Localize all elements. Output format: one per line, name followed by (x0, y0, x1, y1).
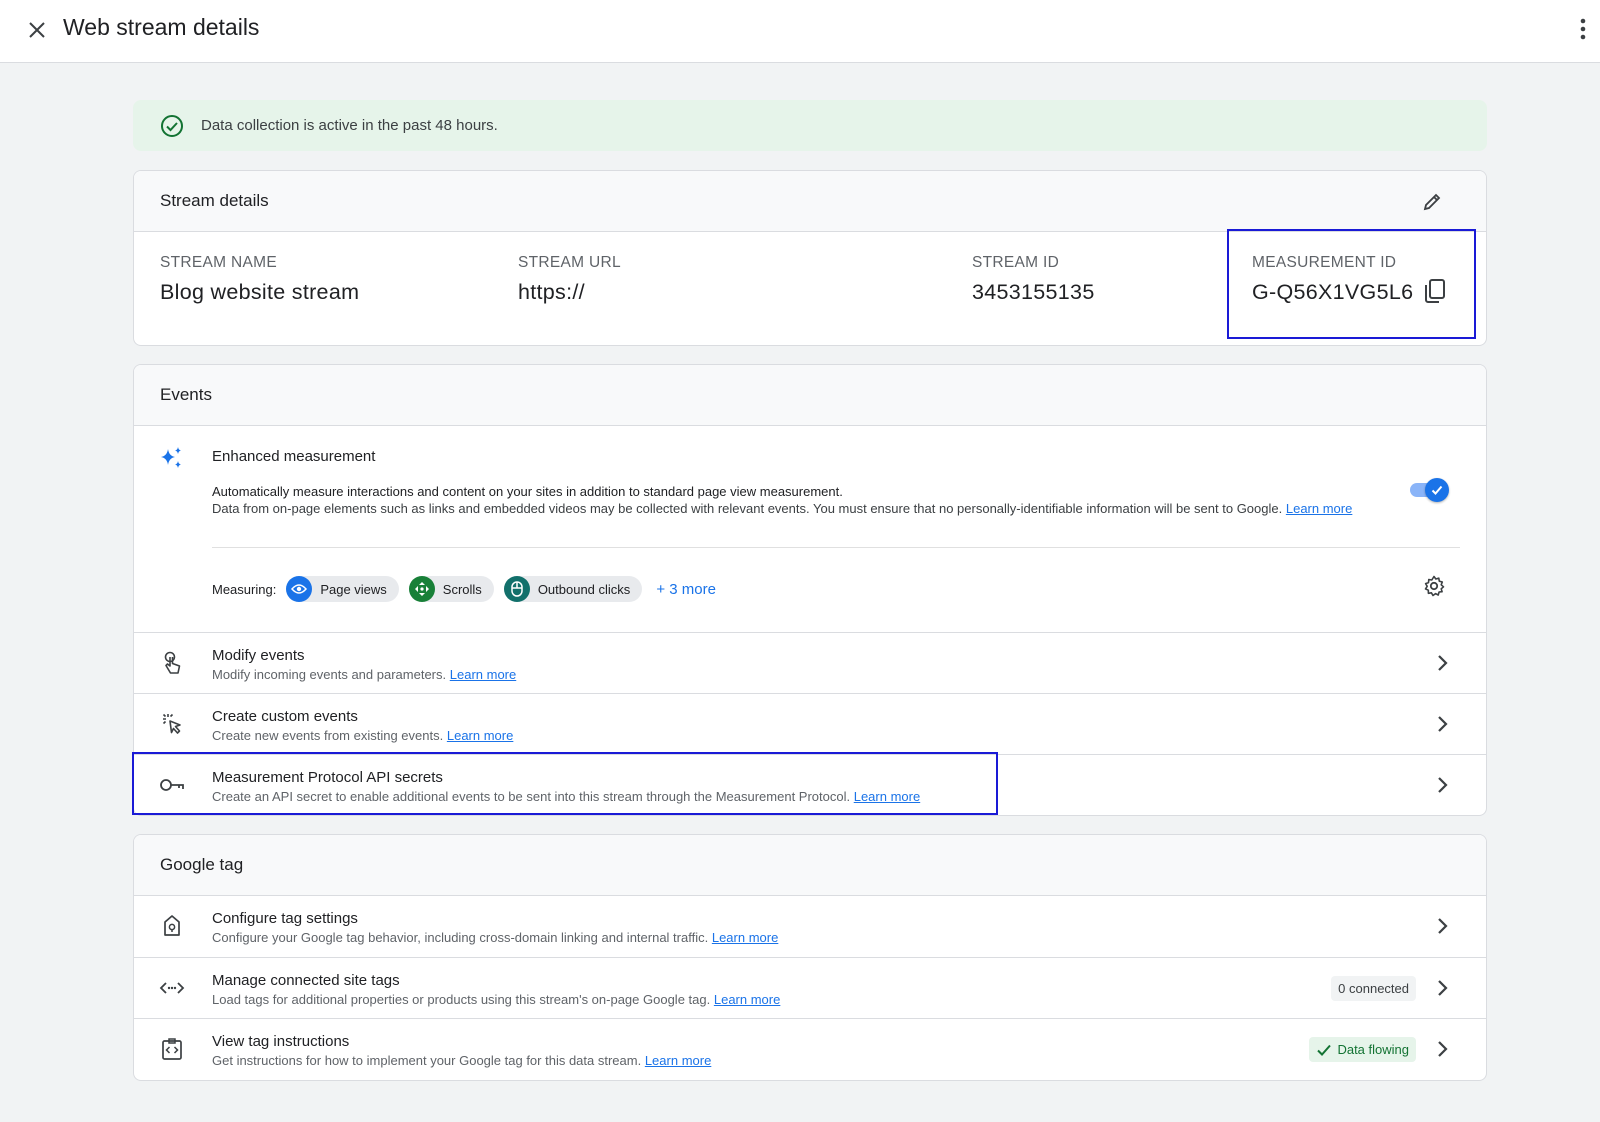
measurement-id-highlight (1227, 229, 1476, 339)
stream-details-header: Stream details (134, 171, 1486, 232)
data-flowing-badge: Data flowing (1309, 1037, 1416, 1062)
banner-text: Data collection is active in the past 48… (201, 117, 498, 134)
row-subtitle: Modify incoming events and parameters. L… (212, 667, 516, 682)
chip-outbound-clicks[interactable]: Outbound clicks (503, 576, 643, 602)
more-measurements-link[interactable]: + 3 more (656, 581, 716, 598)
field-label: STREAM NAME (160, 254, 277, 271)
edit-button[interactable] (1418, 188, 1446, 216)
row-title: View tag instructions (212, 1033, 350, 1050)
chevron-right-icon[interactable] (1430, 914, 1454, 938)
enhanced-measurement-title: Enhanced measurement (212, 448, 376, 465)
field-label: STREAM URL (518, 254, 621, 271)
google-tag-header: Google tag (134, 835, 1486, 896)
divider (212, 547, 1460, 548)
pencil-icon (1423, 193, 1441, 211)
create-custom-events-row[interactable]: Create custom events Create new events f… (134, 693, 1486, 754)
google-tag-card: Google tag Configure tag settings Config… (133, 834, 1487, 1081)
events-card: Events Enhanced measurement Automaticall… (133, 364, 1487, 816)
configure-tag-settings-row[interactable]: Configure tag settings Configure your Go… (134, 896, 1486, 957)
enhanced-measurement-section: Enhanced measurement Automatically measu… (134, 426, 1486, 632)
check-circle-icon (161, 114, 183, 137)
check-icon (1317, 1044, 1332, 1056)
eye-icon (286, 576, 313, 602)
learn-more-link[interactable]: Learn more (447, 728, 513, 743)
field-value: 3453155135 (972, 280, 1095, 304)
chevron-right-icon[interactable] (1430, 712, 1454, 736)
api-secrets-highlight (132, 752, 998, 815)
chevron-right-icon[interactable] (1430, 773, 1454, 797)
learn-more-link[interactable]: Learn more (714, 992, 780, 1007)
chip-page-views[interactable]: Page views (286, 576, 399, 602)
enhanced-measurement-desc: Automatically measure interactions and c… (212, 484, 843, 499)
code-arrows-icon (158, 974, 186, 1002)
enhanced-measurement-note: Data from on-page elements such as links… (212, 501, 1392, 517)
learn-more-link[interactable]: Learn more (450, 667, 516, 682)
more-vert-icon (1580, 18, 1586, 40)
row-description: Get instructions for how to implement yo… (212, 1053, 642, 1068)
row-subtitle: Configure your Google tag behavior, incl… (212, 930, 778, 945)
stream-name-field: STREAM NAME Blog website stream (160, 254, 359, 305)
chevron-right-icon[interactable] (1430, 1037, 1454, 1061)
sparkle-icon (158, 444, 186, 472)
chevron-right-icon[interactable] (1430, 651, 1454, 675)
measuring-list: Measuring: Page views Scrolls Outbound c… (212, 576, 716, 602)
check-icon (1431, 485, 1443, 495)
close-button[interactable] (22, 15, 52, 45)
card-title: Stream details (160, 191, 269, 210)
chip-scrolls[interactable]: Scrolls (408, 576, 494, 602)
card-title: Events (160, 385, 212, 404)
field-value: Blog website stream (160, 280, 360, 304)
chip-label: Scrolls (442, 581, 482, 597)
row-subtitle: Load tags for additional properties or p… (212, 992, 780, 1007)
field-label: STREAM ID (972, 254, 1060, 271)
row-title: Create custom events (212, 708, 358, 725)
note-text: Data from on-page elements such as links… (212, 501, 1283, 516)
card-title: Google tag (160, 855, 244, 874)
field-value: https:// (518, 280, 585, 304)
manage-connected-site-tags-row[interactable]: Manage connected site tags Load tags for… (134, 957, 1486, 1018)
touch-icon (158, 649, 186, 677)
learn-more-link[interactable]: Learn more (1286, 501, 1352, 516)
top-bar: Web stream details (0, 0, 1600, 63)
row-title: Manage connected site tags (212, 972, 400, 989)
enhanced-measurement-settings-button[interactable] (1420, 572, 1448, 600)
learn-more-link[interactable]: Learn more (645, 1053, 711, 1068)
enhanced-measurement-toggle[interactable] (1408, 478, 1449, 502)
modify-events-row[interactable]: Modify events Modify incoming events and… (134, 632, 1486, 693)
code-clipboard-icon (158, 1035, 186, 1063)
row-description: Modify incoming events and parameters. (212, 667, 447, 682)
chevron-right-icon[interactable] (1430, 976, 1454, 1000)
cursor-click-icon (158, 710, 186, 738)
learn-more-link[interactable]: Learn more (712, 930, 778, 945)
badge-label: Data flowing (1337, 1042, 1409, 1057)
row-description: Load tags for additional properties or p… (212, 992, 711, 1007)
tag-icon (158, 912, 186, 940)
measuring-label: Measuring: (212, 581, 277, 597)
stream-id-field: STREAM ID 3453155135 (972, 254, 1095, 305)
row-title: Configure tag settings (212, 910, 358, 927)
view-tag-instructions-row[interactable]: View tag instructions Get instructions f… (134, 1018, 1486, 1079)
mouse-icon (503, 576, 530, 602)
events-header: Events (134, 365, 1486, 426)
connected-count-badge: 0 connected (1331, 976, 1416, 1001)
row-description: Create new events from existing events. (212, 728, 444, 743)
page-title: Web stream details (63, 14, 260, 40)
toggle-knob (1425, 478, 1449, 502)
status-banner: Data collection is active in the past 48… (133, 100, 1487, 151)
row-description: Configure your Google tag behavior, incl… (212, 930, 709, 945)
close-icon (29, 22, 45, 38)
chip-label: Page views (320, 581, 387, 597)
chip-label: Outbound clicks (537, 581, 631, 597)
row-title: Modify events (212, 647, 305, 664)
more-options-button[interactable] (1574, 14, 1592, 44)
gear-icon (1424, 575, 1445, 597)
row-subtitle: Create new events from existing events. … (212, 728, 513, 743)
scroll-icon (408, 576, 435, 602)
row-subtitle: Get instructions for how to implement yo… (212, 1053, 711, 1068)
stream-url-field: STREAM URL https:// (518, 254, 621, 305)
